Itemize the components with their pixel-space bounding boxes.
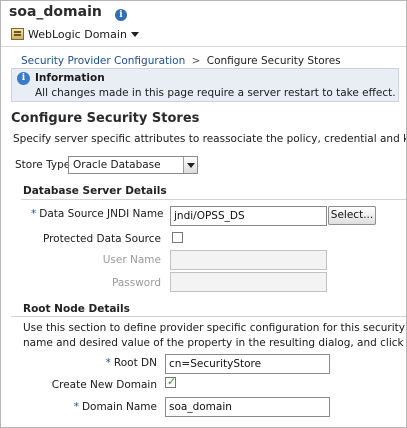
weblogic-domain-menu[interactable]: WebLogic Domain — [11, 26, 139, 42]
user-name-input[interactable] — [170, 250, 327, 270]
header-divider — [1, 46, 406, 47]
page-header: soa_domain i WebLogic Domain — [1, 1, 406, 45]
required-marker: * — [73, 401, 79, 413]
create-new-domain-label: Create New Domain — [51, 379, 157, 391]
check-icon: ✓ — [167, 375, 177, 388]
weblogic-domain-icon — [11, 28, 24, 40]
breadcrumb-current: Configure Security Stores — [206, 55, 341, 67]
page-title: Configure Security Stores — [11, 111, 200, 126]
domain-name-label: * Domain Name — [73, 401, 157, 413]
create-new-domain-checkbox[interactable]: ✓ — [165, 375, 177, 388]
jndi-name-input[interactable]: jndi/OPSS_DS — [170, 206, 327, 226]
domain-title: soa_domain — [9, 4, 102, 20]
store-type-label: Store Type — [15, 159, 71, 171]
protected-data-source-checkbox[interactable] — [172, 232, 183, 243]
configure-security-stores-page: soa_domain i WebLogic Domain Security Pr… — [0, 0, 407, 428]
breadcrumb-separator: > — [191, 55, 201, 67]
required-marker: * — [31, 208, 37, 220]
store-type-value: Oracle Database — [73, 159, 161, 171]
jndi-name-label: * Data Source JNDI Name — [31, 208, 164, 220]
root-node-details-heading: Root Node Details — [23, 303, 130, 315]
page-description: Specify server specific attributes to re… — [13, 133, 406, 145]
password-input[interactable] — [170, 272, 327, 292]
required-marker: * — [105, 357, 111, 369]
root-node-description-line2: name and desired value of the property i… — [23, 337, 407, 349]
section-divider — [21, 199, 406, 200]
breadcrumb-link-security-provider-configuration[interactable]: Security Provider Configuration — [21, 55, 185, 67]
store-type-select[interactable]: Oracle Database — [68, 156, 198, 174]
info-icon: i — [17, 72, 30, 85]
password-label: Password — [111, 277, 161, 289]
section-divider — [11, 316, 406, 317]
chevron-down-icon[interactable] — [183, 157, 197, 173]
protected-data-source-label: Protected Data Source — [42, 233, 161, 245]
root-node-description-line1: Use this section to define provider spec… — [23, 322, 406, 334]
information-banner: i Information All changes made in this p… — [11, 68, 399, 102]
root-dn-label: * Root DN — [105, 357, 157, 369]
chevron-down-icon — [130, 31, 139, 37]
information-title: Information — [35, 72, 105, 84]
select-data-source-button[interactable]: Select... — [328, 206, 376, 225]
user-name-label: User Name — [102, 254, 161, 266]
database-server-details-heading: Database Server Details — [23, 185, 167, 197]
breadcrumb: Security Provider Configuration > Config… — [21, 55, 341, 67]
weblogic-domain-menu-label: WebLogic Domain — [28, 27, 127, 41]
info-icon[interactable]: i — [115, 9, 127, 21]
information-message: All changes made in this page require a … — [35, 87, 396, 99]
domain-name-input[interactable]: soa_domain — [165, 397, 330, 417]
root-dn-input[interactable]: cn=SecurityStore — [165, 354, 330, 374]
